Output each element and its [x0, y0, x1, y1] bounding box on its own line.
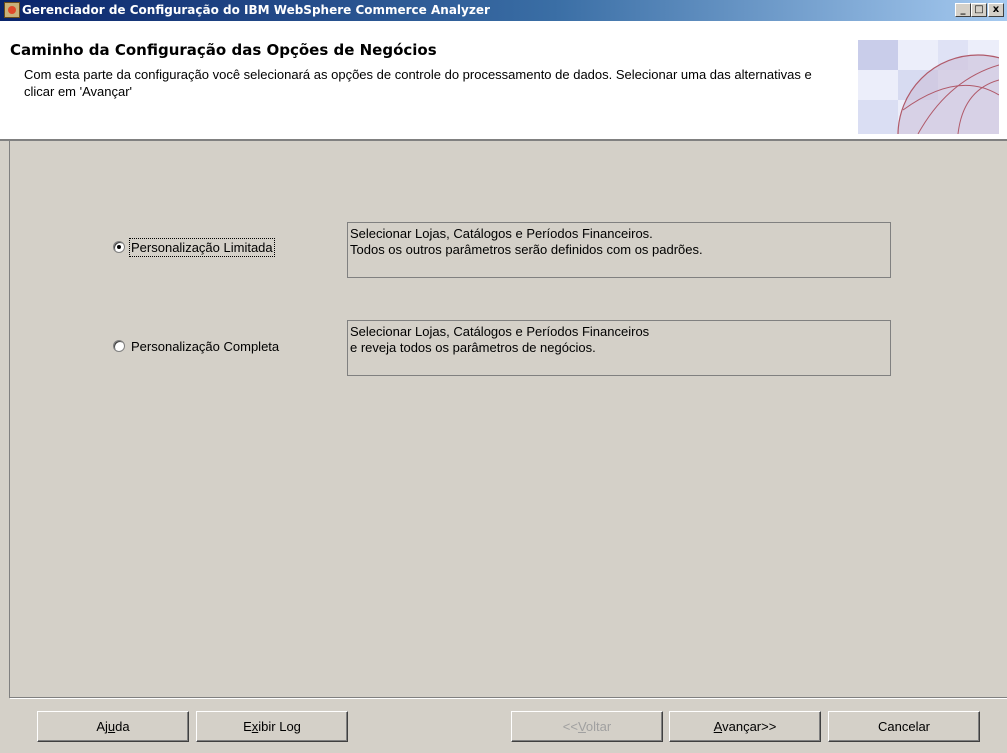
next-button[interactable]: Avançar>>	[669, 711, 821, 742]
title-bar[interactable]: Gerenciador de Configuração do IBM WebSp…	[0, 0, 1007, 21]
maximize-button[interactable]: □	[971, 3, 987, 17]
configuration-manager-window: Gerenciador de Configuração do IBM WebSp…	[0, 0, 1007, 753]
complete-description-box: Selecionar Lojas, Catálogos e Períodos F…	[347, 320, 891, 376]
description-line: Selecionar Lojas, Catálogos e Períodos F…	[350, 226, 653, 241]
cancel-button[interactable]: Cancelar	[828, 711, 980, 742]
panel-border	[9, 141, 10, 698]
description-line: Todos os outros parâmetros serão definid…	[350, 242, 703, 257]
radio-complete-customization[interactable]	[113, 340, 125, 352]
page-description: Com esta parte da configuração você sele…	[24, 67, 812, 99]
option-label-limited[interactable]: Personalização Limitada	[129, 238, 275, 257]
description-line: e reveja todos os parâmetros de negócios…	[350, 340, 596, 355]
view-log-button[interactable]: Exibir Log	[196, 711, 348, 742]
globe-banner-image	[858, 40, 999, 134]
button-bar-divider	[10, 697, 1007, 699]
limited-description-box: Selecionar Lojas, Catálogos e Períodos F…	[347, 222, 891, 278]
wizard-header: Caminho da Configuração das Opções de Ne…	[0, 21, 1007, 141]
radio-limited-customization[interactable]	[113, 241, 125, 253]
option-label-complete[interactable]: Personalização Completa	[131, 339, 279, 354]
close-button[interactable]: x	[988, 3, 1004, 17]
minimize-button[interactable]: _	[955, 3, 971, 17]
back-button[interactable]: <<Voltar	[511, 711, 663, 742]
help-button[interactable]: Ajuda	[37, 711, 189, 742]
window-title: Gerenciador de Configuração do IBM WebSp…	[22, 3, 490, 17]
java-app-icon[interactable]	[4, 2, 20, 18]
description-line: Selecionar Lojas, Catálogos e Períodos F…	[350, 324, 650, 339]
page-title: Caminho da Configuração das Opções de Ne…	[10, 41, 437, 59]
